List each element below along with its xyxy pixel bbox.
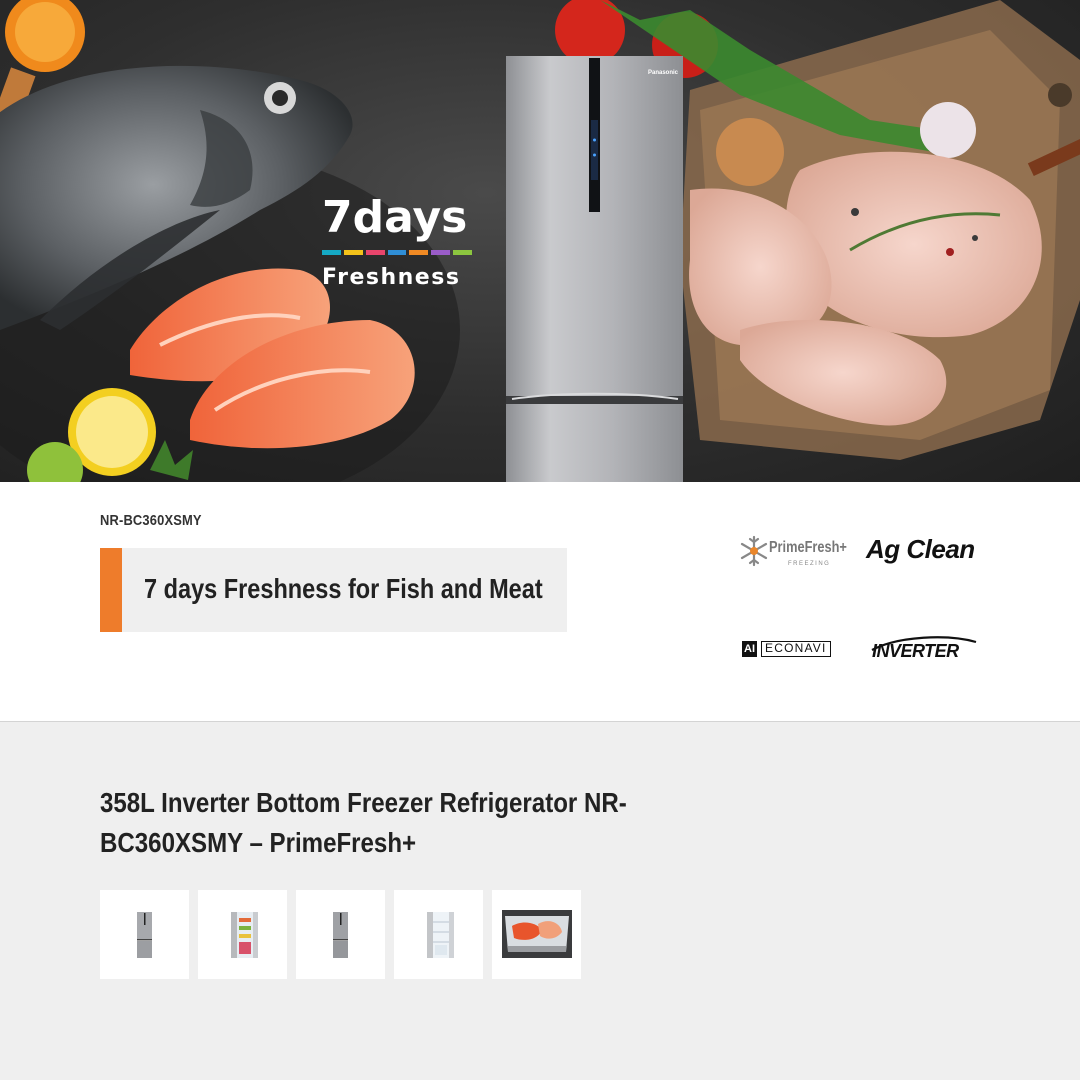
color-bar bbox=[387, 250, 407, 255]
fridge-closed-icon bbox=[333, 912, 348, 958]
freezer-drawer-food-icon bbox=[502, 910, 572, 958]
ai-econavi-logo: AI ECONAVI bbox=[742, 639, 831, 659]
fridge-open-empty-icon bbox=[427, 912, 454, 958]
color-bar bbox=[431, 250, 451, 255]
tagline-accent-bar bbox=[100, 548, 122, 632]
ai-badge: AI bbox=[742, 641, 757, 657]
agclean-logo: Ag Clean bbox=[866, 534, 975, 564]
product-thumbnail[interactable] bbox=[198, 890, 287, 979]
product-title-line: BC360XSMY – PrimeFresh+ bbox=[100, 827, 417, 858]
product-section: 358L Inverter Bottom Freezer Refrigerato… bbox=[0, 723, 1080, 1080]
color-bar bbox=[365, 250, 385, 255]
hero-banner: Panasonic 7days Freshness bbox=[0, 0, 1080, 482]
color-bar bbox=[322, 250, 341, 255]
hero-headline-small: Freshness bbox=[322, 265, 461, 290]
econavi-badge: ECONAVI bbox=[761, 641, 831, 657]
product-thumbnail-gallery bbox=[100, 890, 581, 979]
product-thumbnail[interactable] bbox=[394, 890, 483, 979]
tagline-box: 7 days Freshness for Fish and Meat bbox=[100, 548, 567, 632]
hero-headline: 7days Freshness bbox=[322, 192, 473, 290]
model-code: NR-BC360XSMY bbox=[100, 512, 202, 529]
inverter-logo: INVERTER bbox=[868, 634, 980, 664]
hero-color-bars bbox=[322, 250, 473, 255]
primefresh-logo-text: PrimeFresh+ bbox=[769, 539, 847, 556]
color-bar bbox=[453, 250, 473, 255]
product-title: 358L Inverter Bottom Freezer Refrigerato… bbox=[100, 783, 627, 863]
color-bar bbox=[343, 250, 363, 255]
feature-info-panel: NR-BC360XSMY 7 days Freshness for Fish a… bbox=[0, 482, 1080, 722]
product-title-line: 358L Inverter Bottom Freezer Refrigerato… bbox=[100, 787, 627, 818]
tagline-text: 7 days Freshness for Fish and Meat bbox=[144, 573, 543, 604]
fridge-closed-icon bbox=[137, 912, 152, 958]
primefresh-logo-subtext: FREEZING bbox=[788, 561, 831, 567]
fridge-open-icon bbox=[231, 912, 258, 958]
snowflake-icon bbox=[740, 535, 768, 567]
product-thumbnail[interactable] bbox=[492, 890, 581, 979]
primefresh-logo: PrimeFresh+ FREEZING bbox=[738, 534, 860, 570]
product-thumbnail[interactable] bbox=[100, 890, 189, 979]
inverter-logo-text: INVERTER bbox=[872, 641, 959, 661]
hero-headline-big: 7days bbox=[322, 192, 468, 243]
fridge-brand-label: Panasonic bbox=[648, 70, 679, 76]
color-bar bbox=[409, 250, 429, 255]
hero-food-illustration: Panasonic bbox=[0, 0, 1080, 482]
product-thumbnail[interactable] bbox=[296, 890, 385, 979]
